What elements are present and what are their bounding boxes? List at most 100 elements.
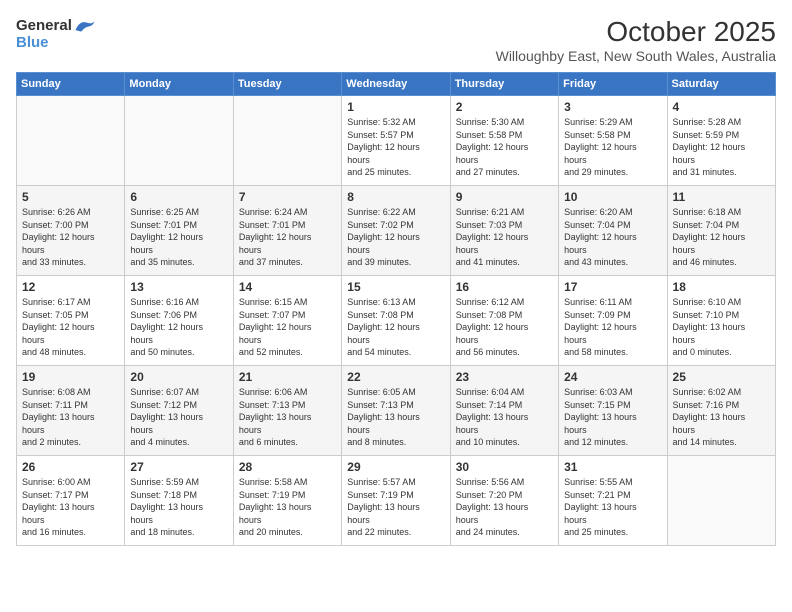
day-number: 18 [673,280,770,294]
day-detail: Sunrise: 5:30 AMSunset: 5:58 PMDaylight:… [456,117,529,177]
calendar-cell: 16 Sunrise: 6:12 AMSunset: 7:08 PMDaylig… [450,276,558,366]
day-number: 2 [456,100,553,114]
logo-blue: Blue [16,34,49,51]
day-number: 29 [347,460,444,474]
day-number: 28 [239,460,336,474]
day-detail: Sunrise: 6:11 AMSunset: 7:09 PMDaylight:… [564,297,637,357]
day-detail: Sunrise: 6:06 AMSunset: 7:13 PMDaylight:… [239,387,312,447]
day-number: 26 [22,460,119,474]
day-number: 4 [673,100,770,114]
day-detail: Sunrise: 6:18 AMSunset: 7:04 PMDaylight:… [673,207,746,267]
day-number: 9 [456,190,553,204]
calendar-cell: 26 Sunrise: 6:00 AMSunset: 7:17 PMDaylig… [17,456,125,546]
logo: General Blue [16,16,96,51]
header-thursday: Thursday [450,73,558,96]
calendar-cell: 17 Sunrise: 6:11 AMSunset: 7:09 PMDaylig… [559,276,667,366]
day-number: 15 [347,280,444,294]
calendar-cell: 10 Sunrise: 6:20 AMSunset: 7:04 PMDaylig… [559,186,667,276]
day-detail: Sunrise: 5:29 AMSunset: 5:58 PMDaylight:… [564,117,637,177]
calendar-cell: 20 Sunrise: 6:07 AMSunset: 7:12 PMDaylig… [125,366,233,456]
title-block: October 2025 Willoughby East, New South … [496,16,776,64]
day-detail: Sunrise: 6:12 AMSunset: 7:08 PMDaylight:… [456,297,529,357]
calendar-cell: 6 Sunrise: 6:25 AMSunset: 7:01 PMDayligh… [125,186,233,276]
day-number: 16 [456,280,553,294]
calendar-week-row: 26 Sunrise: 6:00 AMSunset: 7:17 PMDaylig… [17,456,776,546]
calendar-cell: 24 Sunrise: 6:03 AMSunset: 7:15 PMDaylig… [559,366,667,456]
header-saturday: Saturday [667,73,775,96]
day-detail: Sunrise: 5:32 AMSunset: 5:57 PMDaylight:… [347,117,420,177]
calendar-cell [667,456,775,546]
calendar-header-row: SundayMondayTuesdayWednesdayThursdayFrid… [17,73,776,96]
calendar-week-row: 12 Sunrise: 6:17 AMSunset: 7:05 PMDaylig… [17,276,776,366]
calendar-cell: 2 Sunrise: 5:30 AMSunset: 5:58 PMDayligh… [450,96,558,186]
day-number: 1 [347,100,444,114]
location-title: Willoughby East, New South Wales, Austra… [496,48,776,64]
day-detail: Sunrise: 6:16 AMSunset: 7:06 PMDaylight:… [130,297,203,357]
calendar-cell: 27 Sunrise: 5:59 AMSunset: 7:18 PMDaylig… [125,456,233,546]
day-detail: Sunrise: 6:00 AMSunset: 7:17 PMDaylight:… [22,477,95,537]
day-number: 7 [239,190,336,204]
day-number: 11 [673,190,770,204]
day-number: 10 [564,190,661,204]
day-number: 30 [456,460,553,474]
day-detail: Sunrise: 6:20 AMSunset: 7:04 PMDaylight:… [564,207,637,267]
calendar-week-row: 1 Sunrise: 5:32 AMSunset: 5:57 PMDayligh… [17,96,776,186]
day-number: 17 [564,280,661,294]
calendar-cell: 25 Sunrise: 6:02 AMSunset: 7:16 PMDaylig… [667,366,775,456]
header-tuesday: Tuesday [233,73,341,96]
calendar-cell: 7 Sunrise: 6:24 AMSunset: 7:01 PMDayligh… [233,186,341,276]
day-detail: Sunrise: 6:15 AMSunset: 7:07 PMDaylight:… [239,297,312,357]
calendar-week-row: 5 Sunrise: 6:26 AMSunset: 7:00 PMDayligh… [17,186,776,276]
day-number: 23 [456,370,553,384]
calendar-cell: 31 Sunrise: 5:55 AMSunset: 7:21 PMDaylig… [559,456,667,546]
day-detail: Sunrise: 6:10 AMSunset: 7:10 PMDaylight:… [673,297,746,357]
day-detail: Sunrise: 5:59 AMSunset: 7:18 PMDaylight:… [130,477,203,537]
page-header: General Blue October 2025 Willoughby Eas… [16,16,776,64]
calendar-cell: 3 Sunrise: 5:29 AMSunset: 5:58 PMDayligh… [559,96,667,186]
day-detail: Sunrise: 5:58 AMSunset: 7:19 PMDaylight:… [239,477,312,537]
calendar-cell [233,96,341,186]
header-monday: Monday [125,73,233,96]
day-number: 21 [239,370,336,384]
month-title: October 2025 [496,16,776,48]
day-detail: Sunrise: 5:55 AMSunset: 7:21 PMDaylight:… [564,477,637,537]
day-detail: Sunrise: 6:03 AMSunset: 7:15 PMDaylight:… [564,387,637,447]
day-detail: Sunrise: 6:24 AMSunset: 7:01 PMDaylight:… [239,207,312,267]
day-number: 14 [239,280,336,294]
calendar-cell: 13 Sunrise: 6:16 AMSunset: 7:06 PMDaylig… [125,276,233,366]
calendar-cell: 23 Sunrise: 6:04 AMSunset: 7:14 PMDaylig… [450,366,558,456]
header-friday: Friday [559,73,667,96]
day-number: 12 [22,280,119,294]
calendar-cell: 11 Sunrise: 6:18 AMSunset: 7:04 PMDaylig… [667,186,775,276]
day-detail: Sunrise: 6:25 AMSunset: 7:01 PMDaylight:… [130,207,203,267]
day-detail: Sunrise: 6:05 AMSunset: 7:13 PMDaylight:… [347,387,420,447]
calendar-cell: 1 Sunrise: 5:32 AMSunset: 5:57 PMDayligh… [342,96,450,186]
calendar-cell: 9 Sunrise: 6:21 AMSunset: 7:03 PMDayligh… [450,186,558,276]
calendar-cell: 4 Sunrise: 5:28 AMSunset: 5:59 PMDayligh… [667,96,775,186]
logo-general: General [16,17,72,34]
day-number: 24 [564,370,661,384]
day-detail: Sunrise: 6:07 AMSunset: 7:12 PMDaylight:… [130,387,203,447]
day-number: 8 [347,190,444,204]
day-detail: Sunrise: 6:21 AMSunset: 7:03 PMDaylight:… [456,207,529,267]
calendar-cell: 30 Sunrise: 5:56 AMSunset: 7:20 PMDaylig… [450,456,558,546]
calendar-cell: 28 Sunrise: 5:58 AMSunset: 7:19 PMDaylig… [233,456,341,546]
calendar-cell: 19 Sunrise: 6:08 AMSunset: 7:11 PMDaylig… [17,366,125,456]
day-detail: Sunrise: 6:04 AMSunset: 7:14 PMDaylight:… [456,387,529,447]
day-detail: Sunrise: 6:22 AMSunset: 7:02 PMDaylight:… [347,207,420,267]
calendar-week-row: 19 Sunrise: 6:08 AMSunset: 7:11 PMDaylig… [17,366,776,456]
day-detail: Sunrise: 5:57 AMSunset: 7:19 PMDaylight:… [347,477,420,537]
day-number: 27 [130,460,227,474]
day-number: 3 [564,100,661,114]
calendar-cell: 21 Sunrise: 6:06 AMSunset: 7:13 PMDaylig… [233,366,341,456]
calendar-cell: 18 Sunrise: 6:10 AMSunset: 7:10 PMDaylig… [667,276,775,366]
day-detail: Sunrise: 6:08 AMSunset: 7:11 PMDaylight:… [22,387,95,447]
calendar-cell: 22 Sunrise: 6:05 AMSunset: 7:13 PMDaylig… [342,366,450,456]
header-sunday: Sunday [17,73,125,96]
calendar-cell [17,96,125,186]
day-number: 31 [564,460,661,474]
day-number: 20 [130,370,227,384]
day-number: 19 [22,370,119,384]
calendar-cell [125,96,233,186]
header-wednesday: Wednesday [342,73,450,96]
